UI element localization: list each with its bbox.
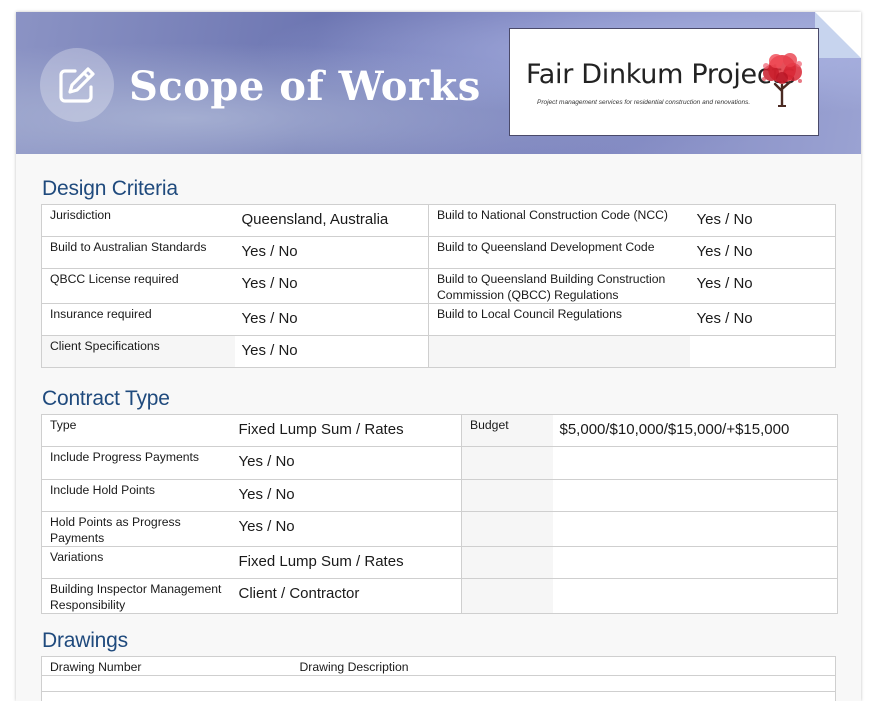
- design-criteria-row: Insurance required Yes / No Build to Loc…: [41, 303, 836, 336]
- contract-type-table: Type Fixed Lump Sum / Rates Budget $5,00…: [41, 414, 838, 614]
- field-label: Type: [41, 414, 232, 447]
- field-label: Jurisdiction: [41, 204, 235, 237]
- field-value[interactable]: Yes / No: [234, 303, 429, 336]
- field-label: Variations: [41, 546, 232, 579]
- field-value[interactable]: [552, 511, 838, 547]
- design-criteria-heading: Design Criteria: [42, 177, 178, 200]
- drawing-number-cell[interactable]: [41, 675, 292, 692]
- field-value[interactable]: [552, 446, 838, 480]
- field-value[interactable]: [689, 335, 836, 368]
- company-logo: Fair Dinkum Projects Project management …: [509, 28, 819, 136]
- field-label: Include Progress Payments: [41, 446, 232, 480]
- contract-type-row: Variations Fixed Lump Sum / Rates: [41, 546, 838, 579]
- column-header-drawing-description: Drawing Description: [291, 656, 836, 676]
- header-banner: Scope of Works Fair Dinkum Projects Proj…: [16, 12, 861, 154]
- field-label: Hold Points as Progress Payments: [41, 511, 232, 547]
- field-value[interactable]: Yes / No: [234, 335, 429, 368]
- field-value[interactable]: Queensland, Australia: [234, 204, 429, 237]
- drawing-description-cell[interactable]: [291, 691, 836, 701]
- drawings-heading: Drawings: [42, 629, 128, 652]
- design-criteria-row: QBCC License required Yes / No Build to …: [41, 268, 836, 304]
- field-label: [461, 479, 553, 512]
- field-value[interactable]: Yes / No: [689, 236, 836, 269]
- document-page: Scope of Works Fair Dinkum Projects Proj…: [16, 12, 861, 701]
- field-label: Client Specifications: [41, 335, 235, 368]
- field-label: QBCC License required: [41, 268, 235, 304]
- field-value[interactable]: [552, 546, 838, 579]
- edit-icon: [40, 48, 114, 122]
- column-header-drawing-number: Drawing Number: [41, 656, 292, 676]
- field-label: Building Inspector Management Responsibi…: [41, 578, 232, 614]
- field-label: Include Hold Points: [41, 479, 232, 512]
- drawings-table: Drawing Number Drawing Description: [41, 656, 836, 701]
- field-label: Budget: [461, 414, 553, 447]
- field-label: [428, 335, 690, 368]
- field-label: [461, 546, 553, 579]
- field-value[interactable]: Yes / No: [689, 268, 836, 304]
- contract-type-heading: Contract Type: [42, 387, 170, 410]
- field-value[interactable]: Yes / No: [689, 303, 836, 336]
- field-value[interactable]: Yes / No: [234, 236, 429, 269]
- field-value[interactable]: $5,000/$10,000/$15,000/+$15,000: [552, 414, 838, 447]
- logo-name: Fair Dinkum Projects: [526, 59, 796, 90]
- drawing-description-cell[interactable]: [291, 675, 836, 692]
- field-value[interactable]: Client / Contractor: [231, 578, 462, 614]
- field-value[interactable]: Yes / No: [234, 268, 429, 304]
- field-label: Build to Queensland Building Constructio…: [428, 268, 690, 304]
- field-label: Insurance required: [41, 303, 235, 336]
- contract-type-row: Building Inspector Management Responsibi…: [41, 578, 838, 614]
- logo-tagline: Project management services for resident…: [537, 99, 751, 106]
- field-value[interactable]: Yes / No: [689, 204, 836, 237]
- contract-type-row: Hold Points as Progress Payments Yes / N…: [41, 511, 838, 547]
- field-value[interactable]: [552, 479, 838, 512]
- field-value[interactable]: Yes / No: [231, 511, 462, 547]
- design-criteria-row: Build to Australian Standards Yes / No B…: [41, 236, 836, 269]
- field-label: Build to Local Council Regulations: [428, 303, 690, 336]
- field-value[interactable]: [552, 578, 838, 614]
- field-value[interactable]: Fixed Lump Sum / Rates: [231, 414, 462, 447]
- field-value[interactable]: Yes / No: [231, 479, 462, 512]
- drawing-number-cell[interactable]: [41, 691, 292, 701]
- contract-type-row: Include Hold Points Yes / No: [41, 479, 838, 512]
- field-label: [461, 578, 553, 614]
- tree-of-hearts-icon: [762, 53, 802, 107]
- page-title: Scope of Works: [129, 63, 481, 110]
- contract-type-row: Include Progress Payments Yes / No: [41, 446, 838, 480]
- contract-type-row: Type Fixed Lump Sum / Rates Budget $5,00…: [41, 414, 838, 447]
- field-label: [461, 511, 553, 547]
- design-criteria-table: Jurisdiction Queensland, Australia Build…: [41, 204, 836, 368]
- page-fold-cutout: [815, 12, 861, 58]
- field-label: [461, 446, 553, 480]
- design-criteria-row: Jurisdiction Queensland, Australia Build…: [41, 204, 836, 237]
- drawings-row: [41, 675, 836, 692]
- field-value[interactable]: Fixed Lump Sum / Rates: [231, 546, 462, 579]
- field-label: Build to Australian Standards: [41, 236, 235, 269]
- drawings-header-row: Drawing Number Drawing Description: [41, 656, 836, 676]
- field-label: Build to National Construction Code (NCC…: [428, 204, 690, 237]
- design-criteria-row: Client Specifications Yes / No: [41, 335, 836, 368]
- field-value[interactable]: Yes / No: [231, 446, 462, 480]
- field-label: Build to Queensland Development Code: [428, 236, 690, 269]
- drawings-row: [41, 691, 836, 701]
